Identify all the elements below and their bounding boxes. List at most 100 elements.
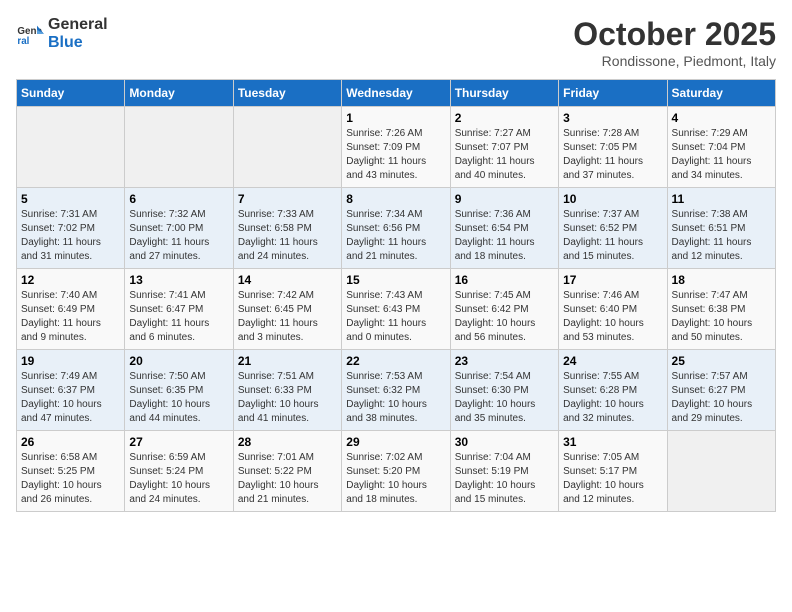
calendar-cell: 13Sunrise: 7:41 AM Sunset: 6:47 PM Dayli… [125,269,233,350]
calendar-week-row: 12Sunrise: 7:40 AM Sunset: 6:49 PM Dayli… [17,269,776,350]
calendar-cell: 17 Sunrise: 7:46 AM Sunset: 6:40 PM Dayli… [559,269,667,350]
calendar-cell: 23Sunrise: 7:54 AM Sunset: 6:30 PM Dayli… [450,350,558,431]
location: Rondissone, Piedmont, Italy [573,53,776,69]
day-info: Sunrise: 7:47 AM Sunset: 6:38 PM Dayligh… [672,289,771,345]
day-number: 2 [455,111,554,125]
day-number: 15 [346,273,445,287]
calendar-cell: 5 Sunrise: 7:31 AM Sunset: 7:02 PM Daylig… [17,188,125,269]
calendar-cell: 14Sunrise: 7:42 AM Sunset: 6:45 PM Dayli… [233,269,341,350]
calendar-cell: 2 Sunrise: 7:27 AM Sunset: 7:07 PM Daylig… [450,107,558,188]
day-info: Sunrise: 7:31 AM Sunset: 7:02 PM Dayligh… [21,208,120,264]
day-number: 30 [455,435,554,449]
day-info: Sunrise: 7:34 AM Sunset: 6:56 PM Dayligh… [346,208,445,264]
weekday-header: Thursday [450,80,558,107]
calendar-cell: 10Sunrise: 7:37 AM Sunset: 6:52 PM Dayli… [559,188,667,269]
weekday-header: Friday [559,80,667,107]
day-info: Sunrise: 7:29 AM Sunset: 7:04 PM Dayligh… [672,127,771,183]
logo-text-line1: General [48,16,108,34]
calendar-cell: 3 Sunrise: 7:28 AM Sunset: 7:05 PM Daylig… [559,107,667,188]
weekday-header: Saturday [667,80,775,107]
day-info: Sunrise: 7:02 AM Sunset: 5:20 PM Dayligh… [346,451,445,507]
day-number: 20 [129,354,228,368]
day-number: 10 [563,192,662,206]
weekday-header: Monday [125,80,233,107]
day-number: 6 [129,192,228,206]
day-number: 29 [346,435,445,449]
calendar-cell: 4Sunrise: 7:29 AM Sunset: 7:04 PM Daylig… [667,107,775,188]
day-info: Sunrise: 7:57 AM Sunset: 6:27 PM Dayligh… [672,370,771,426]
day-number: 27 [129,435,228,449]
day-info: Sunrise: 7:41 AM Sunset: 6:47 PM Dayligh… [129,289,228,345]
day-number: 5 [21,192,120,206]
calendar-cell: 26 Sunrise: 6:58 AM Sunset: 5:25 PM Dayli… [17,431,125,512]
calendar-cell: 7 Sunrise: 7:33 AM Sunset: 6:58 PM Daylig… [233,188,341,269]
day-number: 8 [346,192,445,206]
calendar-body: 1Sunrise: 7:26 AM Sunset: 7:09 PM Daylig… [17,107,776,512]
day-number: 25 [672,354,771,368]
day-number: 1 [346,111,445,125]
page-header: Gene ral General Blue October 2025 Rondi… [16,16,776,69]
calendar-cell [667,431,775,512]
calendar-cell [125,107,233,188]
calendar-week-row: 1Sunrise: 7:26 AM Sunset: 7:09 PM Daylig… [17,107,776,188]
day-info: Sunrise: 6:59 AM Sunset: 5:24 PM Dayligh… [129,451,228,507]
day-number: 11 [672,192,771,206]
calendar-cell: 24Sunrise: 7:55 AM Sunset: 6:28 PM Dayli… [559,350,667,431]
day-info: Sunrise: 7:36 AM Sunset: 6:54 PM Dayligh… [455,208,554,264]
calendar-cell: 12Sunrise: 7:40 AM Sunset: 6:49 PM Dayli… [17,269,125,350]
day-info: Sunrise: 7:01 AM Sunset: 5:22 PM Dayligh… [238,451,337,507]
svg-text:ral: ral [17,36,29,47]
weekday-header: Wednesday [342,80,450,107]
day-number: 19 [21,354,120,368]
calendar-week-row: 26 Sunrise: 6:58 AM Sunset: 5:25 PM Dayli… [17,431,776,512]
weekday-header: Tuesday [233,80,341,107]
day-info: Sunrise: 6:58 AM Sunset: 5:25 PM Dayligh… [21,451,120,507]
calendar-cell: 18 Sunrise: 7:47 AM Sunset: 6:38 PM Dayli… [667,269,775,350]
logo: Gene ral General Blue [16,16,108,52]
day-info: Sunrise: 7:49 AM Sunset: 6:37 PM Dayligh… [21,370,120,426]
calendar-cell: 29 Sunrise: 7:02 AM Sunset: 5:20 PM Dayli… [342,431,450,512]
day-info: Sunrise: 7:38 AM Sunset: 6:51 PM Dayligh… [672,208,771,264]
calendar-cell: 15Sunrise: 7:43 AM Sunset: 6:43 PM Dayli… [342,269,450,350]
day-number: 3 [563,111,662,125]
calendar-cell: 31Sunrise: 7:05 AM Sunset: 5:17 PM Dayli… [559,431,667,512]
day-info: Sunrise: 7:33 AM Sunset: 6:58 PM Dayligh… [238,208,337,264]
day-info: Sunrise: 7:04 AM Sunset: 5:19 PM Dayligh… [455,451,554,507]
calendar-cell: 6Sunrise: 7:32 AM Sunset: 7:00 PM Daylig… [125,188,233,269]
day-number: 21 [238,354,337,368]
day-info: Sunrise: 7:45 AM Sunset: 6:42 PM Dayligh… [455,289,554,345]
day-info: Sunrise: 7:50 AM Sunset: 6:35 PM Dayligh… [129,370,228,426]
calendar-header-row: SundayMondayTuesdayWednesdayThursdayFrid… [17,80,776,107]
day-number: 31 [563,435,662,449]
day-number: 26 [21,435,120,449]
day-number: 9 [455,192,554,206]
calendar-cell [17,107,125,188]
day-number: 18 [672,273,771,287]
calendar-cell: 22Sunrise: 7:53 AM Sunset: 6:32 PM Dayli… [342,350,450,431]
day-number: 17 [563,273,662,287]
month-title: October 2025 [573,16,776,53]
day-info: Sunrise: 7:28 AM Sunset: 7:05 PM Dayligh… [563,127,662,183]
day-number: 7 [238,192,337,206]
calendar-week-row: 5 Sunrise: 7:31 AM Sunset: 7:02 PM Daylig… [17,188,776,269]
day-number: 12 [21,273,120,287]
calendar-cell: 25 Sunrise: 7:57 AM Sunset: 6:27 PM Dayli… [667,350,775,431]
calendar-cell: 30 Sunrise: 7:04 AM Sunset: 5:19 PM Dayli… [450,431,558,512]
calendar-cell: 19 Sunrise: 7:49 AM Sunset: 6:37 PM Dayli… [17,350,125,431]
calendar-cell: 16Sunrise: 7:45 AM Sunset: 6:42 PM Dayli… [450,269,558,350]
calendar-cell [233,107,341,188]
day-info: Sunrise: 7:51 AM Sunset: 6:33 PM Dayligh… [238,370,337,426]
day-number: 28 [238,435,337,449]
day-info: Sunrise: 7:55 AM Sunset: 6:28 PM Dayligh… [563,370,662,426]
calendar-table: SundayMondayTuesdayWednesdayThursdayFrid… [16,79,776,512]
calendar-cell: 8 Sunrise: 7:34 AM Sunset: 6:56 PM Daylig… [342,188,450,269]
calendar-cell: 11 Sunrise: 7:38 AM Sunset: 6:51 PM Dayli… [667,188,775,269]
day-number: 23 [455,354,554,368]
calendar-cell: 1Sunrise: 7:26 AM Sunset: 7:09 PM Daylig… [342,107,450,188]
calendar-week-row: 19 Sunrise: 7:49 AM Sunset: 6:37 PM Dayli… [17,350,776,431]
logo-text-line2: Blue [48,34,108,52]
day-info: Sunrise: 7:46 AM Sunset: 6:40 PM Dayligh… [563,289,662,345]
day-info: Sunrise: 7:27 AM Sunset: 7:07 PM Dayligh… [455,127,554,183]
title-block: October 2025 Rondissone, Piedmont, Italy [573,16,776,69]
day-number: 14 [238,273,337,287]
